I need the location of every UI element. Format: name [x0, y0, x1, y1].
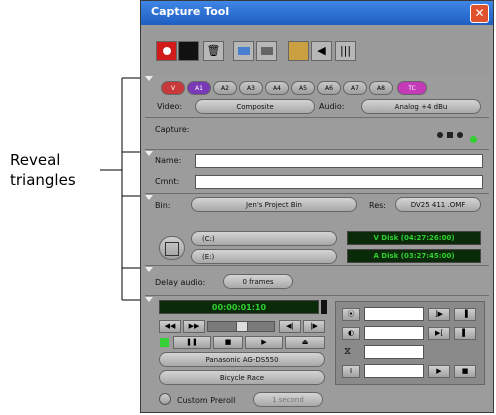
video-input-label: Video:: [157, 102, 183, 111]
track-button-tc[interactable]: TC: [397, 81, 427, 95]
record-button[interactable]: [156, 41, 177, 61]
step-back-button[interactable]: ◀|: [279, 320, 301, 333]
audio-drive-menu[interactable]: (E:): [191, 249, 337, 264]
resolution-label: Res:: [369, 201, 386, 210]
reveal-triangle-bin[interactable]: [145, 195, 153, 200]
close-button[interactable]: ✕: [470, 4, 489, 23]
video-disk-time: V Disk (04:27:26:00): [347, 231, 481, 245]
trash-icon: 🗑: [206, 44, 221, 57]
audio-input-label: Audio:: [319, 102, 345, 111]
delay-audio-menu[interactable]: 0 frames: [223, 274, 293, 289]
stop-button[interactable]: ■: [213, 336, 243, 349]
delay-audio-label: Delay audio:: [155, 278, 206, 287]
ready-light: [470, 136, 477, 143]
shuttle-slider[interactable]: [207, 321, 275, 332]
mark-in-button[interactable]: ⦿: [342, 308, 360, 321]
go-to-clip-button[interactable]: ▶: [428, 365, 450, 378]
clear-clip-button[interactable]: ■: [454, 365, 476, 378]
video-drive-label: (C:): [202, 235, 215, 243]
play-button[interactable]: ▶: [245, 336, 283, 349]
speaker-icon: ◀: [317, 44, 326, 57]
audio-tool-button[interactable]: ◀: [311, 41, 332, 61]
clear-in-button[interactable]: ▐: [454, 308, 476, 321]
clip-field[interactable]: [364, 364, 424, 378]
resolution-menu[interactable]: DV25 411 .OMF: [395, 197, 481, 212]
preroll-menu[interactable]: 1 second: [253, 392, 323, 407]
track-button-a8[interactable]: A8: [369, 81, 393, 95]
reveal-triangle-name[interactable]: [145, 151, 153, 156]
video-only-button[interactable]: [178, 41, 199, 61]
go-to-in-button[interactable]: ]▶: [428, 308, 450, 321]
log-icon: [260, 47, 273, 55]
go-to-out-button[interactable]: ▶[: [428, 327, 450, 340]
name-label: Name:: [155, 156, 182, 165]
track-button-a6[interactable]: A6: [317, 81, 341, 95]
callout-leader-lines: [100, 77, 146, 301]
cap-icon: [237, 47, 250, 55]
mark-clip-button[interactable]: I: [342, 365, 360, 378]
step-forward-button[interactable]: |▶: [303, 320, 325, 333]
shuttle-thumb[interactable]: [236, 321, 248, 332]
rewind-button[interactable]: ◀◀: [159, 320, 181, 333]
divider: [145, 295, 489, 296]
divider: [145, 193, 489, 194]
comment-label: Cmnt:: [155, 177, 180, 186]
audio-disk-time: A Disk (03:27:45:00): [347, 249, 481, 263]
mark-out-button[interactable]: ◐: [342, 327, 360, 340]
custom-preroll-label: Custom Preroll: [177, 396, 236, 405]
pause-button[interactable]: ❚❚: [173, 336, 211, 349]
bin-menu[interactable]: Jen's Project Bin: [191, 197, 357, 212]
eject-button[interactable]: ⏏: [285, 336, 325, 349]
bin-label: Bin:: [155, 201, 171, 210]
timecode-bar: [321, 300, 327, 314]
deck-menu[interactable]: Panasonic AG-DS550: [159, 352, 325, 367]
trash-button[interactable]: 🗑: [203, 41, 224, 61]
mark-pane: ⦿ ]▶ ▐ ◐ ▶[ ▌ ⧖ I ▶ ■: [335, 301, 485, 385]
fast-forward-button[interactable]: ▶▶: [183, 320, 205, 333]
record-icon: [162, 47, 171, 55]
drive-icon: [165, 242, 179, 256]
timecode-display: 00:00:01:10: [159, 300, 319, 314]
audio-drive-label: (E:): [202, 253, 215, 261]
video-drive-menu[interactable]: (C:): [191, 231, 337, 246]
name-field[interactable]: [195, 154, 483, 168]
log-mode-button[interactable]: [256, 41, 277, 61]
meter-button[interactable]: |||: [335, 41, 356, 61]
track-button-a2[interactable]: A2: [213, 81, 237, 95]
capture-mode-button[interactable]: [233, 41, 254, 61]
divider: [145, 117, 489, 118]
track-button-a3[interactable]: A3: [239, 81, 263, 95]
preroll-checkbox[interactable]: [159, 393, 171, 405]
window-title: Capture Tool: [151, 5, 230, 18]
comment-field[interactable]: [195, 175, 483, 189]
duration-icon: ⧖: [344, 346, 352, 357]
video-input-menu[interactable]: Composite: [195, 99, 315, 114]
title-bar[interactable]: Capture Tool ✕: [141, 1, 493, 25]
track-button-a4[interactable]: A4: [265, 81, 289, 95]
reveal-triangle-deck[interactable]: [145, 297, 153, 302]
meter-icon: |||: [339, 44, 352, 57]
reveal-triangle-delay[interactable]: [145, 267, 153, 272]
divider: [145, 149, 489, 150]
capture-label: Capture:: [155, 125, 190, 134]
tape-name-button[interactable]: Bicycle Race: [159, 370, 325, 385]
track-button-v[interactable]: V: [161, 81, 185, 95]
track-button-a1[interactable]: A1: [187, 81, 211, 95]
track-button-a5[interactable]: A5: [291, 81, 315, 95]
single-target-drive-button[interactable]: [159, 236, 185, 260]
mark-out-field[interactable]: [364, 326, 424, 340]
duration-field[interactable]: [364, 345, 424, 359]
clear-out-button[interactable]: ▌: [454, 327, 476, 340]
audio-input-menu[interactable]: Analog +4 dBu: [361, 99, 481, 114]
capture-tool-window: Capture Tool ✕ 🗑 ◀ ||| V A1 A2 A3 A4 A5 …: [140, 0, 494, 413]
track-button-a7[interactable]: A7: [343, 81, 367, 95]
mark-in-field[interactable]: [364, 307, 424, 321]
status-indicator: [437, 123, 477, 138]
deck-status-light: [160, 338, 169, 347]
divider: [145, 265, 489, 266]
reveal-triangle-tracks[interactable]: [145, 76, 153, 81]
toolbar: 🗑 ◀ |||: [145, 27, 489, 75]
deck-config-button[interactable]: [288, 41, 309, 61]
